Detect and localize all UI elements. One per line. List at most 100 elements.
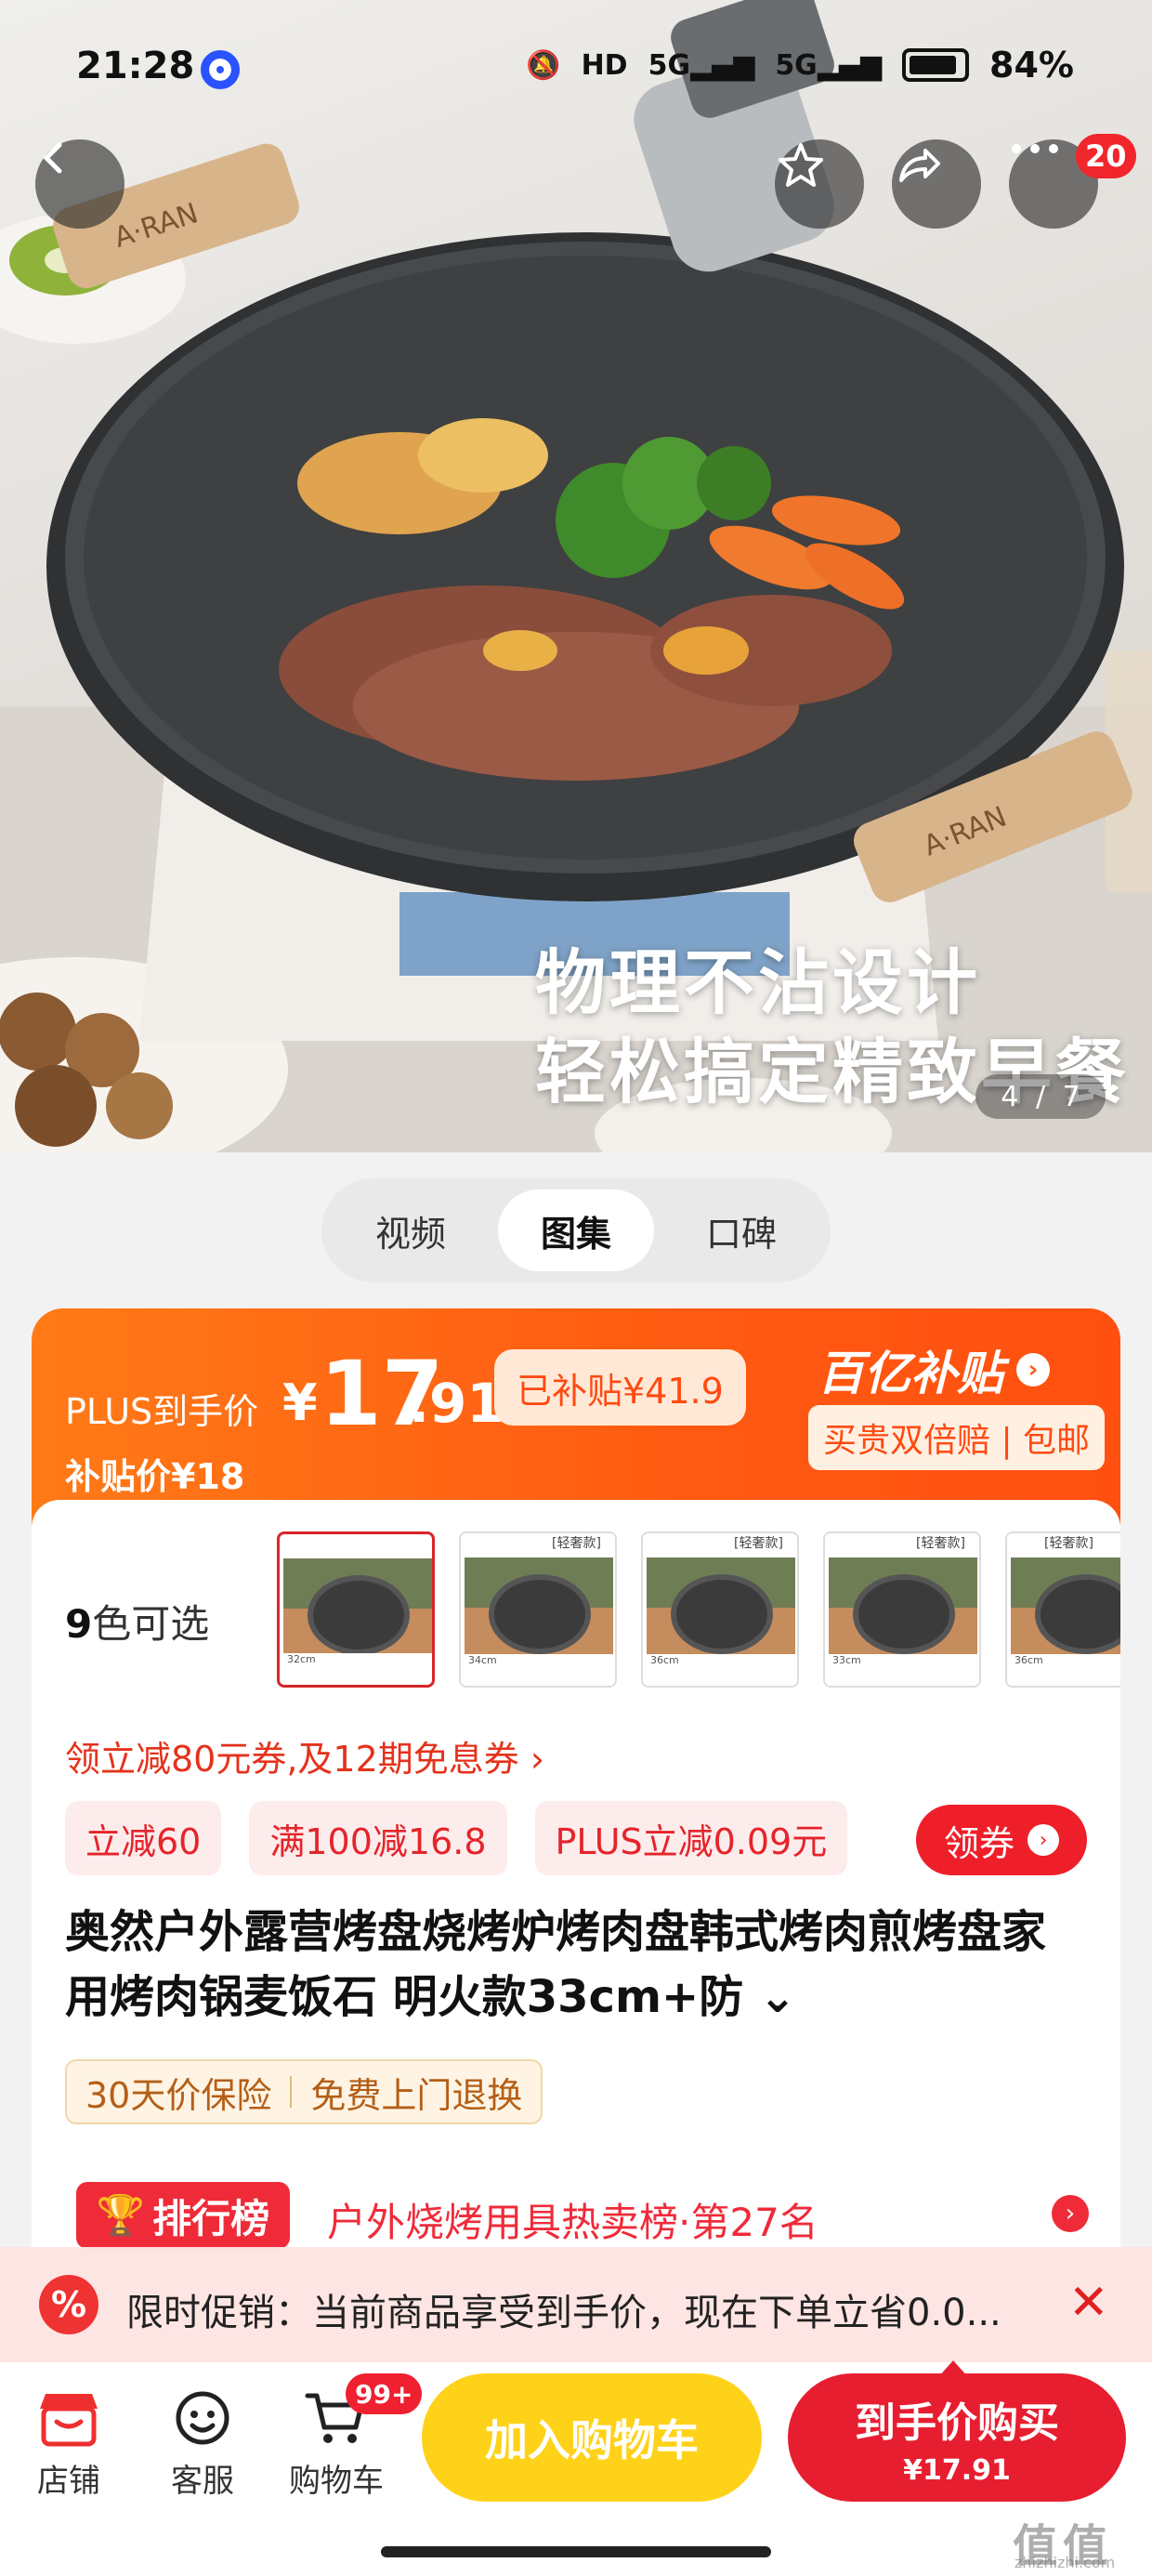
pan-thumbnail-icon [671,1574,773,1654]
swatch-caption: 36cm [647,1654,795,1682]
hd-icon: HD [581,48,628,82]
swatch-tag: [轻奢款] [1007,1533,1120,1556]
more-dots-icon [1012,144,1058,153]
chevron-right-icon: › [1016,1353,1050,1387]
swatch-tag: [轻奢款] [643,1533,797,1556]
back-button[interactable] [35,139,124,229]
claim-coupon-button[interactable]: 领券 › [916,1805,1087,1875]
coupon-offer-link[interactable]: 领立减80元券,及12期免息券 › [65,1730,544,1781]
subsidy-amount-chip: 已补贴¥41.9 [494,1349,746,1426]
promo-banner[interactable]: % 限时促销：当前商品享受到手价，现在下单立省0.0... ✕ [0,2247,1152,2362]
guarantee-price-protection: 30天价保险 [85,2074,272,2116]
ranking-text: 户外烧烤用具热卖榜·第27名 [327,2200,818,2245]
discount-percent-icon: % [39,2275,98,2334]
swatch-tag: [轻奢款] [825,1533,979,1556]
swatch-tag: [轻奢款] [461,1533,615,1556]
plus-price-label: PLUS到手价 [65,1391,259,1432]
discount-tag: PLUS立减0.09元 [534,1801,848,1875]
tab-video[interactable]: 视频 [333,1189,489,1271]
product-info-card: PLUS到手价 ¥ 17 .91 已补贴¥41.9 补贴价¥18 百亿补贴 › … [32,1308,1120,2349]
product-details: 9色可选 32cm [轻奢款] 34cm [轻奢款] 36cm [轻奢款] 33… [32,1500,1120,2321]
color-count-number: 9 [65,1601,93,1647]
product-hero-image[interactable]: A·RAN A·RAN 21:28 🔕 HD 5G▂▄▆ 5G▂▄▆ 84% 2… [0,0,1152,1152]
status-time: 21:28 [76,45,195,87]
buy-now-label: 到手价购买 [855,2399,1059,2447]
ranking-row[interactable]: 🏆 排行榜 户外烧烤用具热卖榜·第27名 › [76,2178,1089,2253]
app-notification-icon [201,50,240,89]
nav-service-label: 客服 [171,2463,234,2500]
price-banner: PLUS到手价 ¥ 17 .91 已补贴¥41.9 补贴价¥18 百亿补贴 › … [32,1308,1120,1528]
trophy-icon: 🏆 [96,2192,146,2238]
star-icon [779,143,823,187]
store-icon [40,2394,98,2447]
price-currency: ¥ [282,1373,318,1432]
chevron-right-icon: › [1028,1824,1059,1856]
favorite-button[interactable] [775,139,864,229]
tab-reviews[interactable]: 口碑 [663,1189,819,1271]
share-button[interactable] [892,139,981,229]
add-to-cart-button[interactable]: 加入购物车 [422,2373,762,2502]
color-swatch[interactable]: [轻奢款] 36cm [641,1531,799,1688]
claim-coupon-label: 领券 [943,1822,1015,1864]
image-page-indicator: 4 / 7 [975,1074,1106,1119]
swatch-caption: 34cm [465,1654,613,1682]
discount-tags: 立减60 满100减16.8 PLUS立减0.09元 [65,1801,848,1875]
subsidy-price: 补贴价¥18 [65,1456,245,1497]
buy-now-price: ¥17.91 [903,2453,1011,2487]
ranking-badge-label: 排行榜 [152,2195,270,2241]
color-swatch-list: 32cm [轻奢款] 34cm [轻奢款] 36cm [轻奢款] 33cm [轻… [277,1531,1120,1688]
pan-thumbnail-icon [489,1574,591,1654]
page-separator: / [1035,1080,1046,1113]
discount-tag: 立减60 [65,1801,222,1875]
billion-subsidy-logo: 百亿补贴 [818,1347,1003,1400]
subsidy-guarantee-tag: 买贵双倍赔 | 包邮 [808,1405,1106,1470]
pan-thumbnail-icon [308,1575,410,1655]
swatch-caption: 32cm [283,1653,432,1681]
service-guarantees[interactable]: 30天价保险 免费上门退换 [65,2059,543,2124]
guarantee-free-return: 免费上门退换 [310,2074,523,2116]
product-title[interactable]: 奥然户外露营烤盘烧烤炉烤肉盘韩式烤肉煎烤盘家用烤肉锅麦饭石 明火款33cm+防 … [65,1899,1087,2030]
color-count[interactable]: 9色可选 [65,1593,209,1649]
nav-store-label: 店铺 [37,2463,100,2500]
share-icon [899,149,940,182]
status-bar: 21:28 🔕 HD 5G▂▄▆ 5G▂▄▆ 84% [0,0,1152,139]
close-icon[interactable]: ✕ [1068,2275,1109,2331]
chevron-right-icon: › [1052,2195,1089,2232]
message-count-badge: 20 [1076,134,1136,178]
signal-5g-icon-2: 5G▂▄▆ [775,48,883,82]
promo-text: 限时促销：当前商品享受到手价，现在下单立省0.0... [126,2292,1001,2334]
media-tabs: 视频 图集 口碑 [321,1178,831,1282]
service-icon [176,2391,229,2445]
pan-thumbnail-icon [853,1574,955,1654]
nav-cart[interactable]: 购物车 99+ [271,2373,423,2501]
signal-5g-icon: 5G▂▄▆ [648,48,755,82]
color-swatch[interactable]: 32cm [277,1531,435,1688]
billion-subsidy-link[interactable]: 百亿补贴 › [818,1336,1050,1403]
nav-cart-label: 购物车 [289,2463,384,2500]
battery-percent: 84% [989,45,1074,85]
price-decimal: .91 [409,1372,504,1435]
cart-count-badge: 99+ [346,2373,423,2414]
ranking-badge: 🏆 排行榜 [76,2182,290,2249]
watermark-url: zhizhizhi.com [1015,2554,1116,2571]
home-indicator[interactable] [381,2546,771,2557]
bottom-action-bar: 店铺 客服 购物车 99+ 加入购物车 到手价购买 ¥17.91 [0,2360,1152,2576]
color-swatch[interactable]: [轻奢款] 34cm [459,1531,617,1688]
chevron-left-icon [43,142,62,174]
color-count-label: 色可选 [92,1601,210,1647]
page-current: 4 [1001,1080,1019,1113]
nav-customer-service[interactable]: 客服 [137,2381,268,2501]
nav-store[interactable]: 店铺 [4,2381,134,2501]
color-swatch[interactable]: [轻奢款] 33cm [823,1531,981,1688]
page-total: 7 [1062,1080,1080,1113]
buy-now-button[interactable]: 到手价购买 ¥17.91 [788,2373,1126,2502]
discount-tag: 满100减16.8 [249,1801,507,1875]
battery-icon [902,48,970,82]
tab-gallery[interactable]: 图集 [498,1189,654,1271]
swatch-caption: 36cm [1011,1654,1120,1682]
mute-icon: 🔕 [526,48,561,82]
swatch-caption: 33cm [829,1654,977,1682]
status-indicators: 🔕 HD 5G▂▄▆ 5G▂▄▆ 84% [526,45,1074,85]
hero-caption-line1: 物理不沾设计 [535,941,981,1024]
color-swatch[interactable]: [轻奢款] 36cm [1005,1531,1120,1688]
